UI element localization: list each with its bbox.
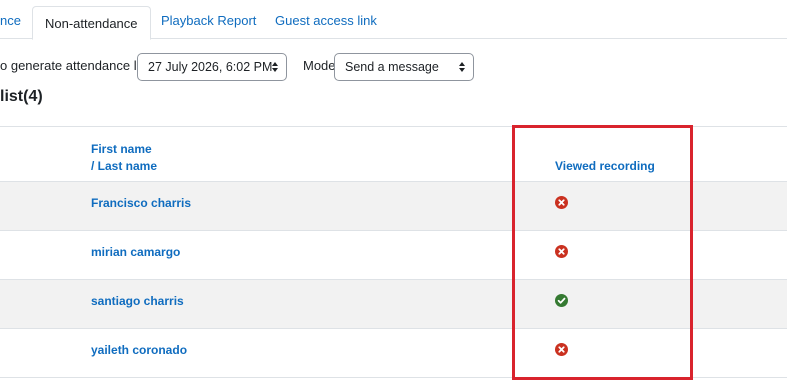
- user-name-link[interactable]: mirian camargo: [91, 231, 180, 273]
- non-attendance-table: First name / Last name Viewed recording …: [0, 126, 787, 378]
- check-circle-icon: [555, 294, 568, 307]
- user-name-link[interactable]: yaileth coronado: [91, 329, 187, 371]
- last-name-column-header[interactable]: / Last name: [91, 158, 157, 174]
- tab-bar: nce Non-attendance Playback Report Guest…: [0, 0, 787, 40]
- x-circle-icon: [555, 196, 568, 209]
- list-heading: list(4): [0, 88, 43, 105]
- tab-playback-report[interactable]: Playback Report: [161, 0, 256, 39]
- table-row: yaileth coronado: [0, 329, 787, 378]
- user-name-link[interactable]: santiago charris: [91, 280, 184, 322]
- tab-non-attendance[interactable]: Non-attendance: [32, 6, 151, 40]
- viewed-recording-column-header[interactable]: Viewed recording: [555, 158, 655, 174]
- mode-select-value: Send a message: [345, 60, 439, 74]
- mode-label: Mode: [303, 58, 336, 73]
- user-name-link[interactable]: Francisco charris: [91, 182, 191, 224]
- x-circle-icon: [555, 343, 568, 356]
- table-row: Francisco charris: [0, 182, 787, 231]
- date-label: o generate attendance list: [0, 58, 150, 73]
- select-caret-icon: [272, 61, 278, 73]
- x-circle-icon: [555, 245, 568, 258]
- table-header: First name / Last name Viewed recording: [0, 126, 787, 182]
- table-row: mirian camargo: [0, 231, 787, 280]
- first-name-column-header[interactable]: First name: [91, 141, 152, 157]
- table-row: santiago charris: [0, 280, 787, 329]
- tab-guest-access-link[interactable]: Guest access link: [275, 0, 377, 39]
- date-select[interactable]: 27 July 2026, 6:02 PM: [137, 53, 287, 81]
- date-select-value: 27 July 2026, 6:02 PM: [148, 60, 273, 74]
- mode-select[interactable]: Send a message: [334, 53, 474, 81]
- select-caret-icon: [459, 61, 465, 73]
- tab-attendance[interactable]: nce: [0, 0, 21, 39]
